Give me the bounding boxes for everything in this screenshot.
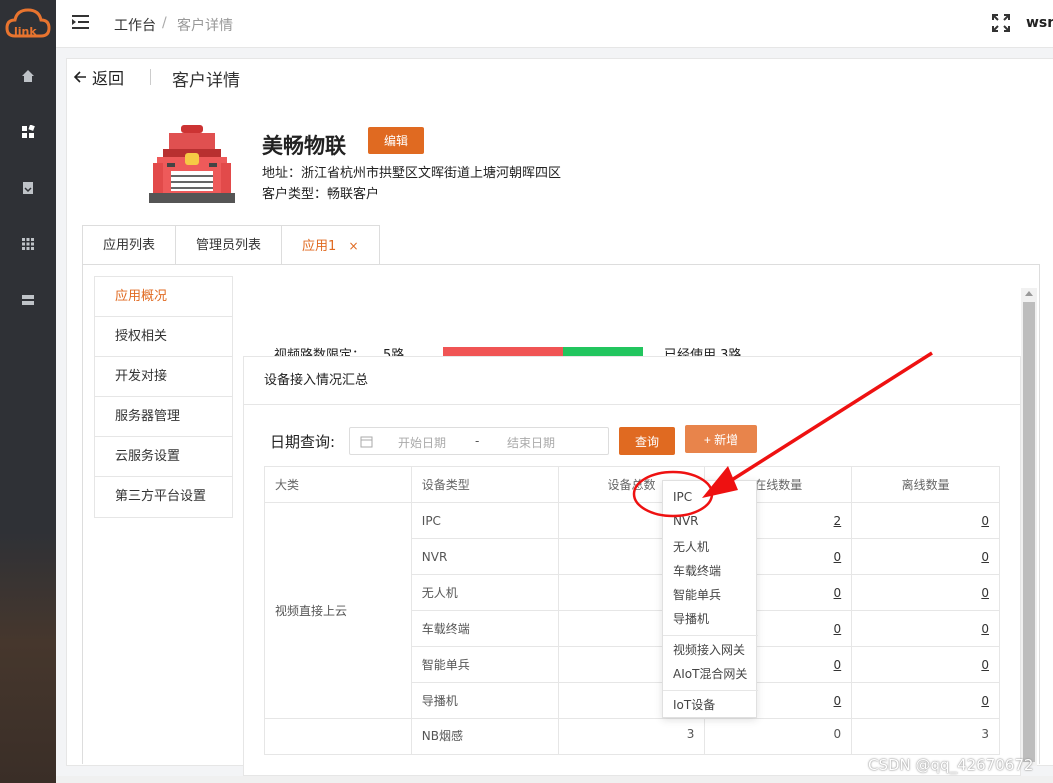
status-strip <box>56 776 1053 783</box>
arrow-line <box>715 351 933 492</box>
watermark: CSDN @qq_42670672 <box>868 756 1034 774</box>
highlight-circle <box>632 470 714 518</box>
app-window: link 工作台 / 客户详情 wsn 返回 客户详情 美畅物联 编辑 地址：浙… <box>0 0 1053 783</box>
annotation-overlay <box>632 351 933 518</box>
